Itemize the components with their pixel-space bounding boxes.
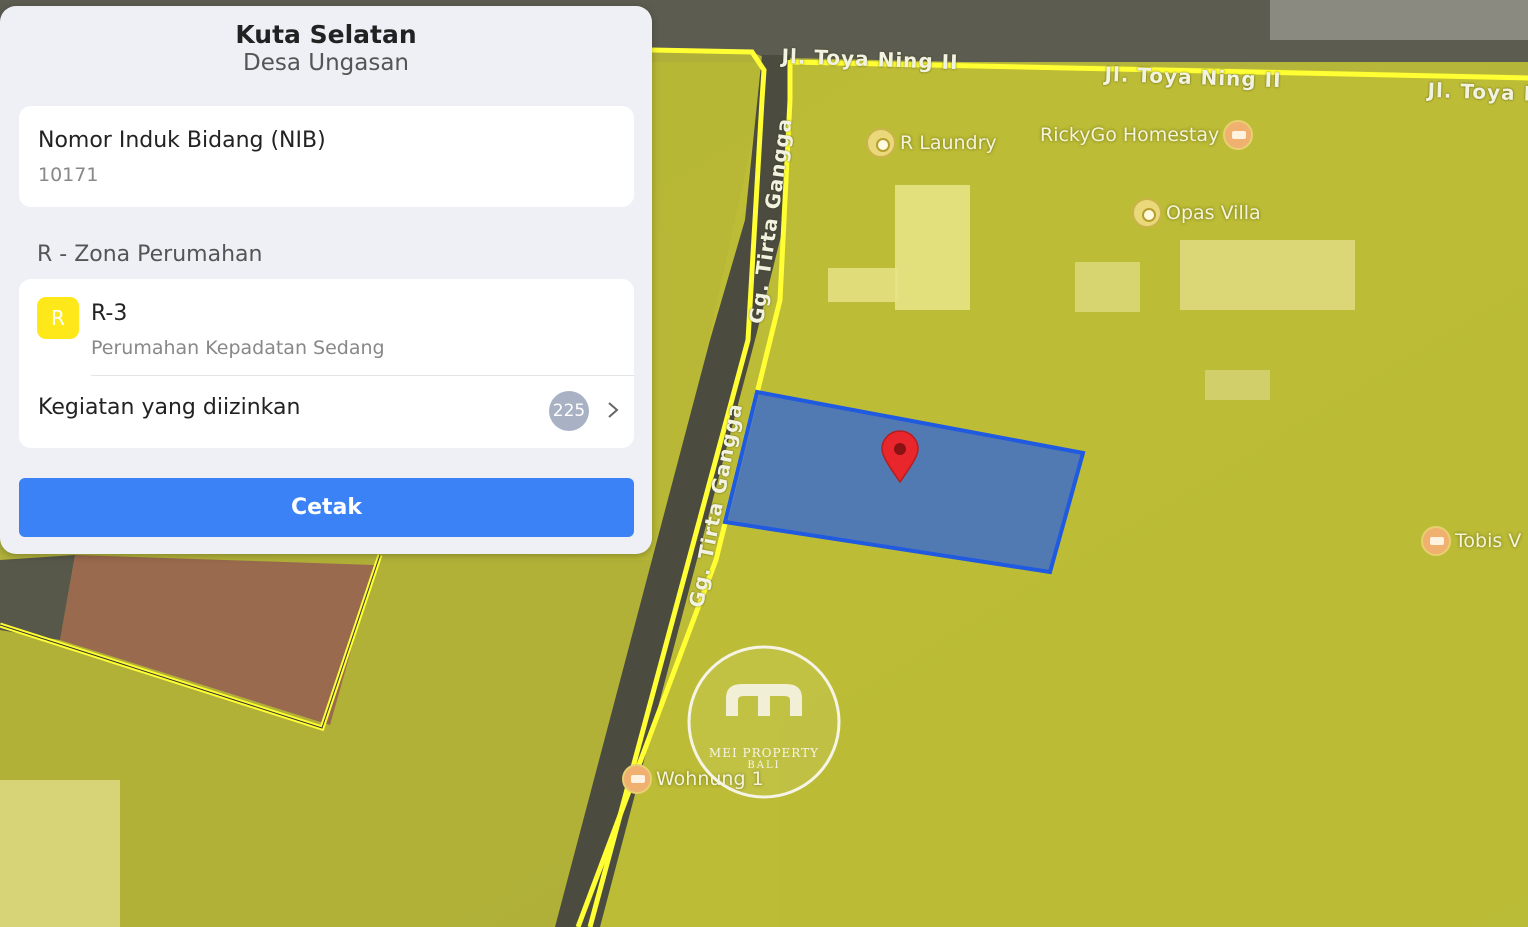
divider xyxy=(91,375,634,376)
watermark-name: MEI PROPERTY xyxy=(708,746,820,760)
zone-badge: R xyxy=(37,297,79,339)
poi-opas-villa[interactable]: Opas Villa xyxy=(1132,198,1261,228)
allowed-activities-row[interactable]: Kegiatan yang diizinkan 225 xyxy=(19,379,634,448)
poi-tobis[interactable]: Tobis V xyxy=(1421,526,1521,556)
zone-code: R-3 xyxy=(91,301,128,326)
zone-heading: R - Zona Perumahan xyxy=(37,242,263,267)
zone-card: R R-3 Perumahan Kepadatan Sedang Kegiata… xyxy=(19,279,634,448)
print-button[interactable]: Cetak xyxy=(19,478,634,537)
street-label-toya-ning: Jl. Toya N xyxy=(1427,78,1528,106)
poi-r-laundry[interactable]: R Laundry xyxy=(866,128,997,158)
chevron-right-icon xyxy=(608,402,619,418)
place-pin-icon xyxy=(1132,198,1162,228)
nib-value: 10171 xyxy=(38,164,99,186)
panel-title: Kuta Selatan xyxy=(235,20,417,49)
nib-card: Nomor Induk Bidang (NIB) 10171 xyxy=(19,106,634,207)
allowed-activities-label: Kegiatan yang diizinkan xyxy=(38,395,301,420)
hotel-pin-icon xyxy=(1421,526,1451,556)
hotel-pin-icon xyxy=(1223,120,1254,150)
place-pin-icon xyxy=(866,128,896,158)
parcel-info-panel: Kuta Selatan Desa Ungasan Nomor Induk Bi… xyxy=(0,6,652,554)
poi-rickygo-homestay[interactable]: RickyGo Homestay xyxy=(1040,120,1254,150)
panel-subtitle: Desa Ungasan xyxy=(242,50,409,76)
watermark-ring-icon xyxy=(687,645,841,799)
watermark-logo: MEI PROPERTY BALI xyxy=(686,644,842,800)
watermark-sub: BALI xyxy=(747,760,781,771)
activities-count-badge: 225 xyxy=(549,391,589,431)
poi-label: Opas Villa xyxy=(1166,202,1261,224)
poi-label: RickyGo Homestay xyxy=(1040,124,1220,146)
hotel-pin-icon xyxy=(622,764,652,794)
nib-label: Nomor Induk Bidang (NIB) xyxy=(38,128,326,153)
poi-label: Tobis V xyxy=(1455,530,1522,552)
poi-label: R Laundry xyxy=(900,132,997,154)
zone-description: Perumahan Kepadatan Sedang xyxy=(91,337,385,359)
